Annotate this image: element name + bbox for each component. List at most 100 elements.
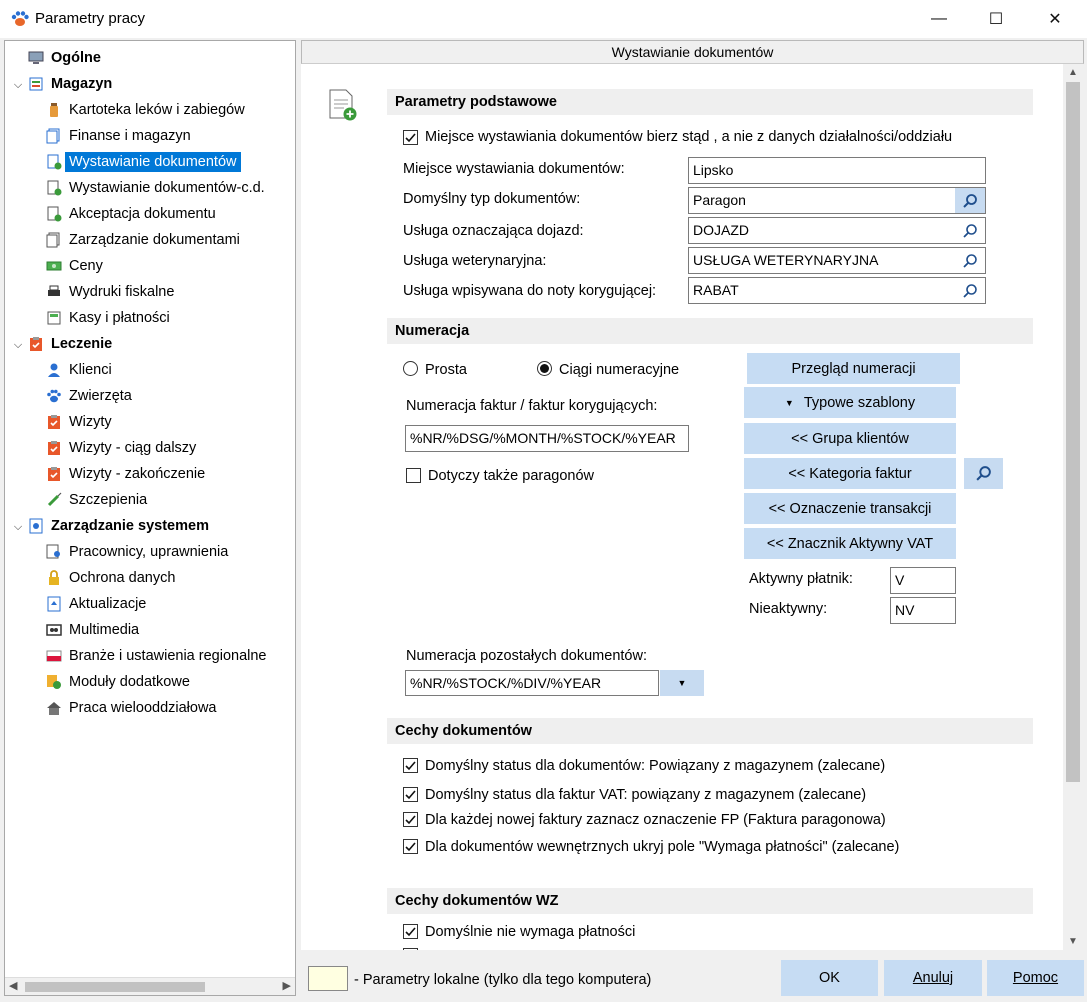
doctype-value: Paragon bbox=[693, 192, 746, 208]
other-numbering-field[interactable]: %NR/%STOCK/%DIV/%YEAR bbox=[405, 670, 659, 696]
place-field[interactable]: Lipsko bbox=[688, 157, 986, 184]
checkmark-icon bbox=[405, 761, 416, 771]
cancel-button[interactable]: Anuluj bbox=[884, 960, 982, 996]
tree-item-ceny[interactable]: Ceny bbox=[45, 253, 107, 279]
film-icon bbox=[45, 621, 63, 639]
users-icon bbox=[45, 543, 63, 561]
tree-item-wizyty[interactable]: Wizyty bbox=[45, 409, 116, 435]
tree-horizontal-scrollbar[interactable]: ◀ ▶ bbox=[5, 977, 295, 995]
inactive-field[interactable]: NV bbox=[890, 597, 956, 624]
tree-item-magazyn[interactable]: Magazyn bbox=[27, 71, 116, 97]
content-vertical-scrollbar[interactable]: ▲ ▼ bbox=[1063, 64, 1083, 950]
scroll-right-icon[interactable]: ▶ bbox=[283, 979, 291, 992]
vet-field[interactable]: USŁUGA WETERYNARYJNA bbox=[688, 247, 986, 274]
feature-2-checkbox[interactable] bbox=[403, 787, 418, 802]
tree-item-label: Leczenie bbox=[51, 336, 113, 352]
tree-item-klienci[interactable]: Klienci bbox=[45, 357, 116, 383]
tree-item-moduly[interactable]: Moduły dodatkowe bbox=[45, 669, 194, 695]
update-icon bbox=[45, 595, 63, 613]
wz-2-checkbox[interactable] bbox=[403, 948, 418, 950]
receipts-checkbox[interactable] bbox=[406, 468, 421, 483]
tree-item-szczepienia[interactable]: Szczepienia bbox=[45, 487, 151, 513]
section-features-title: Cechy dokumentów bbox=[387, 718, 1033, 744]
clipboard-icon bbox=[27, 335, 45, 353]
tree-item-ochrona[interactable]: Ochrona danych bbox=[45, 565, 179, 591]
tree-item-label: Praca wielooddziałowa bbox=[69, 700, 217, 716]
chevron-down-icon[interactable]: ⌵ bbox=[11, 78, 25, 92]
tree-item-ogolne[interactable]: Ogólne bbox=[27, 45, 105, 71]
templates-dropdown-button[interactable]: ▼ Typowe szablony bbox=[744, 387, 956, 418]
tree-item-finanse[interactable]: Finanse i magazyn bbox=[45, 123, 195, 149]
correction-field[interactable]: RABAT bbox=[688, 277, 986, 304]
numbering-review-button[interactable]: Przegląd numeracji bbox=[747, 353, 960, 384]
invoice-category-search-button[interactable] bbox=[964, 458, 1003, 489]
scrollbar-thumb[interactable] bbox=[25, 982, 205, 992]
travel-field[interactable]: DOJAZD bbox=[688, 217, 986, 244]
other-numbering-dropdown-button[interactable]: ▼ bbox=[660, 670, 704, 696]
tree-item-wizyty-cd[interactable]: Wizyty - ciąg dalszy bbox=[45, 435, 200, 461]
window-title: Parametry pracy bbox=[35, 10, 146, 27]
feature-1-checkbox[interactable] bbox=[403, 758, 418, 773]
chevron-down-icon[interactable]: ⌵ bbox=[11, 338, 25, 352]
vat-flag-button[interactable]: << Znacznik Aktywny VAT bbox=[744, 528, 956, 559]
close-button[interactable]: ✕ bbox=[1032, 0, 1078, 38]
tree-item-praca-wielo[interactable]: Praca wielooddziałowa bbox=[45, 695, 221, 721]
client-group-button[interactable]: << Grupa klientów bbox=[744, 423, 956, 454]
tree-item-kartoteka[interactable]: Kartoteka leków i zabiegów bbox=[45, 97, 249, 123]
doctype-field[interactable]: Paragon bbox=[688, 187, 986, 214]
search-icon bbox=[963, 253, 977, 268]
paw-icon bbox=[45, 387, 63, 405]
tree-item-zarzadzanie-dok[interactable]: Zarządzanie dokumentami bbox=[45, 227, 244, 253]
scroll-up-icon[interactable]: ▲ bbox=[1068, 67, 1078, 78]
tree-item-akceptacja[interactable]: Akceptacja dokumentu bbox=[45, 201, 220, 227]
tree-item-wystawianie-cd[interactable]: Wystawianie dokumentów-c.d. bbox=[45, 175, 269, 201]
tree-item-wydruki[interactable]: Wydruki fiskalne bbox=[45, 279, 178, 305]
place-label: Miejsce wystawiania dokumentów: bbox=[403, 161, 625, 177]
tree-item-aktualizacje[interactable]: Aktualizacje bbox=[45, 591, 150, 617]
ok-button[interactable]: OK bbox=[781, 960, 878, 996]
tree-item-zwierzeta[interactable]: Zwierzęta bbox=[45, 383, 136, 409]
radio-simple[interactable] bbox=[403, 361, 418, 376]
radio-sequences-label: Ciągi numeracyjne bbox=[559, 362, 680, 378]
scroll-left-icon[interactable]: ◀ bbox=[9, 979, 17, 992]
vet-search-button[interactable] bbox=[955, 248, 985, 273]
travel-search-button[interactable] bbox=[955, 218, 985, 243]
active-payer-field[interactable]: V bbox=[890, 567, 956, 594]
feature-3-label: Dla każdej nowej faktury zaznacz oznacze… bbox=[425, 812, 886, 828]
tree-item-label: Klienci bbox=[69, 362, 112, 378]
maximize-icon: ☐ bbox=[988, 11, 1004, 28]
caret-down-icon: ▼ bbox=[784, 397, 794, 408]
feature-3-checkbox[interactable] bbox=[403, 812, 418, 827]
tree-item-multimedia[interactable]: Multimedia bbox=[45, 617, 143, 643]
invoice-numbering-field[interactable]: %NR/%DSG/%MONTH/%STOCK/%YEAR bbox=[405, 425, 689, 452]
correction-search-button[interactable] bbox=[955, 278, 985, 303]
title-bar: Parametry pracy — ☐ ✕ bbox=[0, 0, 1087, 38]
tree-item-system[interactable]: Zarządzanie systemem bbox=[27, 513, 213, 539]
tree-item-wizyty-zak[interactable]: Wizyty - zakończenie bbox=[45, 461, 209, 487]
doctype-label: Domyślny typ dokumentów: bbox=[403, 191, 581, 207]
maximize-button[interactable]: ☐ bbox=[973, 0, 1019, 38]
radio-sequences[interactable] bbox=[537, 361, 552, 376]
doctype-search-button[interactable] bbox=[955, 188, 985, 213]
checkmark-icon bbox=[405, 790, 416, 800]
feature-4-checkbox[interactable] bbox=[403, 839, 418, 854]
tree-item-kasy[interactable]: Kasy i płatności bbox=[45, 305, 174, 331]
tree-item-wystawianie[interactable]: Wystawianie dokumentów bbox=[45, 149, 241, 175]
document-add-icon bbox=[329, 89, 357, 121]
scrollbar-thumb[interactable] bbox=[1066, 82, 1080, 782]
wz-1-checkbox[interactable] bbox=[403, 924, 418, 939]
search-icon bbox=[963, 283, 977, 298]
printer-icon bbox=[45, 283, 63, 301]
tree-item-leczenie[interactable]: Leczenie bbox=[27, 331, 116, 357]
minimize-button[interactable]: — bbox=[916, 0, 962, 38]
tree-item-branze[interactable]: Branże i ustawienia regionalne bbox=[45, 643, 271, 669]
feature-2-label: Domyślny status dla faktur VAT: powiązan… bbox=[425, 787, 867, 803]
invoice-category-button[interactable]: << Kategoria faktur bbox=[744, 458, 956, 489]
tree-item-pracownicy[interactable]: Pracownicy, uprawnienia bbox=[45, 539, 232, 565]
chevron-down-icon[interactable]: ⌵ bbox=[11, 520, 25, 534]
transaction-mark-button[interactable]: << Oznaczenie transakcji bbox=[744, 493, 956, 524]
clipboard-icon bbox=[45, 413, 63, 431]
scroll-down-icon[interactable]: ▼ bbox=[1068, 936, 1078, 947]
help-button[interactable]: Pomoc bbox=[987, 960, 1084, 996]
place-checkbox[interactable] bbox=[403, 130, 418, 145]
